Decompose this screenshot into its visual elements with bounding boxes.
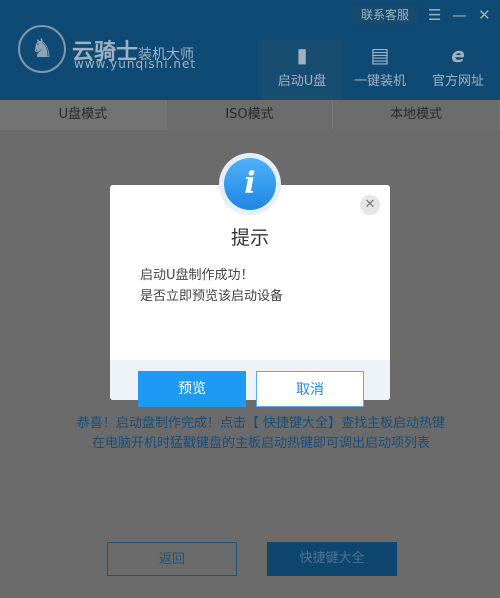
nav-label: 启动U盘: [277, 74, 327, 89]
nav-official-site[interactable]: e 官方网址: [418, 40, 498, 100]
cancel-button[interactable]: 取消: [256, 371, 364, 407]
message-line-1: 恭喜！启动盘制作完成！点击【 快捷键大全】查找主板启动热键: [76, 416, 446, 431]
brand-url: www.yunqishi.net: [74, 57, 197, 71]
info-icon: i: [219, 153, 281, 215]
hotkeys-button[interactable]: 快捷键大全: [267, 542, 397, 576]
minimize-icon[interactable]: —: [452, 6, 467, 24]
nav-label: 一键装机: [353, 74, 406, 89]
dialog-line-2: 是否立即预览该启动设备: [140, 289, 284, 304]
ie-icon: e: [451, 43, 465, 67]
knight-logo-icon: ♞: [18, 25, 66, 73]
usb-icon: ▮: [296, 43, 308, 67]
monitor-icon: ▤: [370, 43, 390, 67]
contact-service-button[interactable]: 联系客服: [352, 5, 418, 26]
completion-message: 恭喜！启动盘制作完成！点击【 快捷键大全】查找主板启动热键 在电脑开机时猛戳键盘…: [56, 414, 466, 454]
preview-button[interactable]: 预览: [138, 371, 246, 407]
dialog-body: 启动U盘制作成功！ 是否立即预览该启动设备: [140, 265, 283, 307]
message-line-2: 在电脑开机时猛戳键盘的主板启动热键即可调出启动项列表: [91, 436, 430, 451]
close-window-icon[interactable]: ✕: [478, 6, 491, 24]
mode-tabs: U盘模式 ISO模式 本地模式: [0, 100, 500, 130]
tab-usb-mode[interactable]: U盘模式: [0, 100, 167, 130]
nav-label: 官方网址: [431, 74, 484, 89]
menu-icon[interactable]: ☰: [428, 6, 441, 24]
dialog-line-1: 启动U盘制作成功！: [140, 268, 254, 283]
dialog-close-icon[interactable]: ✕: [360, 195, 380, 215]
tab-iso-mode[interactable]: ISO模式: [167, 100, 334, 130]
dialog-title: 提示: [230, 227, 269, 249]
nav-one-click-install[interactable]: ▤ 一键装机: [340, 40, 420, 100]
nav-usb-boot[interactable]: ▮ 启动U盘: [262, 40, 342, 100]
back-button[interactable]: 返回: [107, 542, 237, 576]
tab-local-mode[interactable]: 本地模式: [333, 100, 500, 130]
header: ♞ 云骑士装机大师 www.yunqishi.net 联系客服 ☰ — ✕ ▮ 启…: [0, 0, 500, 100]
prompt-dialog: i ✕ 提示 启动U盘制作成功！ 是否立即预览该启动设备 预览 取消: [110, 153, 390, 407]
